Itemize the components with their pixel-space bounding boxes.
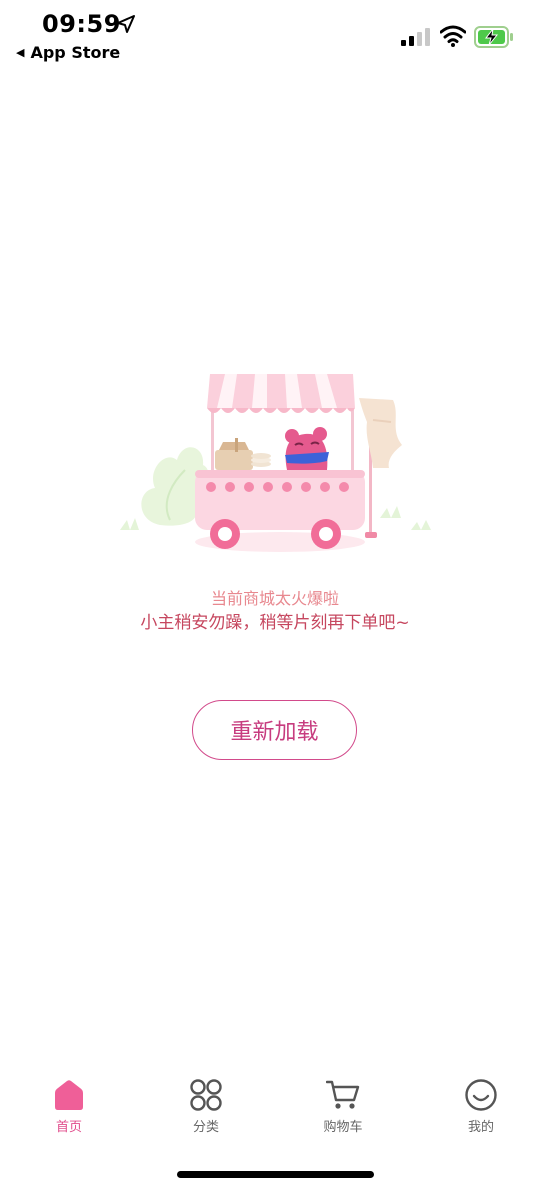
back-app-label: App Store	[30, 43, 121, 62]
error-subtitle: 小主稍安勿躁，稍等片刻再下单吧~	[140, 613, 410, 633]
wifi-icon	[440, 25, 466, 47]
food-cart-illustration	[120, 374, 431, 552]
battery-charging-icon	[474, 26, 513, 48]
cellular-signal-icon	[401, 28, 430, 46]
tab-home[interactable]: 首页	[24, 1078, 114, 1144]
back-to-app-store-link[interactable]: ◀ App Store	[16, 43, 120, 62]
shopping-cart-icon	[326, 1080, 360, 1109]
smiley-face-icon	[465, 1079, 497, 1111]
error-title: 当前商城太火爆啦	[210, 589, 339, 608]
tab-category[interactable]: 分类	[161, 1078, 251, 1144]
tab-cart[interactable]: 购物车	[298, 1078, 388, 1144]
tab-mine[interactable]: 我的	[436, 1078, 526, 1144]
home-indicator[interactable]	[177, 1171, 374, 1178]
status-time: 09:59	[42, 10, 121, 38]
home-icon	[55, 1080, 83, 1110]
category-grid-icon	[190, 1079, 222, 1111]
location-arrow-icon	[117, 15, 135, 33]
tab-mine-label: 我的	[467, 1120, 494, 1135]
reload-button[interactable]: 重新加载	[192, 700, 357, 760]
tab-cart-label: 购物车	[323, 1120, 363, 1135]
status-bar: 09:59 ◀ App Store	[0, 0, 550, 70]
bottom-tab-bar: 首页 分类 购物车 我的	[0, 1070, 550, 1150]
back-caret-icon: ◀	[16, 46, 25, 59]
tab-category-label: 分类	[192, 1120, 219, 1135]
tab-home-label: 首页	[55, 1120, 82, 1135]
